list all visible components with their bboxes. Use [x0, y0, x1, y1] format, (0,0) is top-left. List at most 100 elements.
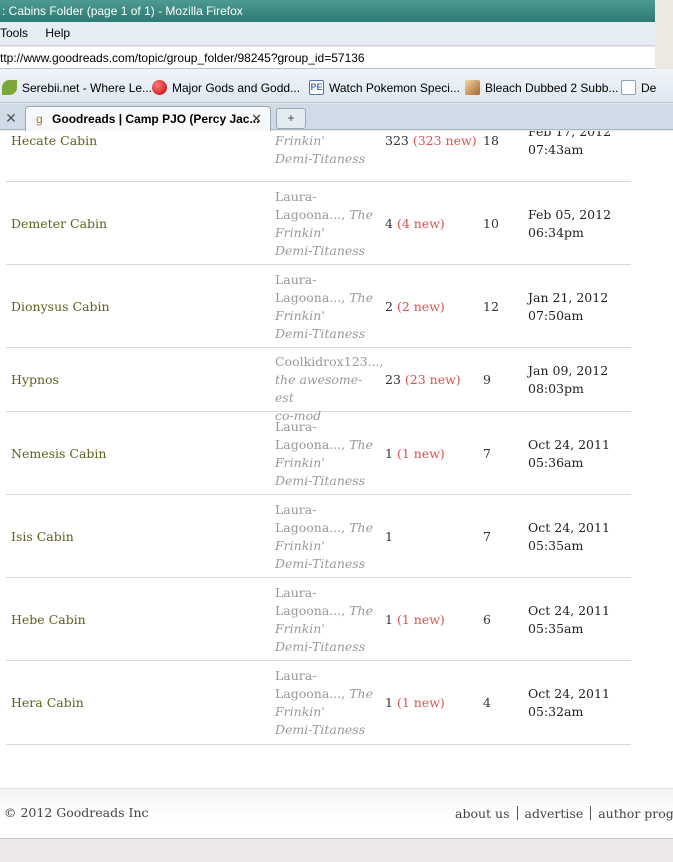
- tab-goodreads[interactable]: g Goodreads | Camp PJO (Percy Jac... ✕: [25, 106, 271, 131]
- post-count-value: 1: [385, 529, 393, 544]
- author-title-part: The: [349, 207, 373, 222]
- author-title-line: Frinkin': [275, 225, 325, 240]
- footer-copyright: © 2012 Goodreads Inc: [4, 805, 149, 820]
- new-posts-link[interactable]: (1 new): [397, 695, 445, 710]
- topic-title-link[interactable]: Nemesis Cabin: [11, 445, 106, 463]
- author-name: Laura-: [275, 502, 317, 517]
- author-name-cont: Lagoona..., The: [275, 436, 377, 454]
- post-count-value: 2: [385, 299, 393, 314]
- last-activity-date[interactable]: Feb 17, 2012 07:43am: [528, 131, 611, 159]
- topic-author[interactable]: Laura- Lagoona..., The Frinkin' Demi-Titane…: [275, 418, 377, 490]
- reply-count: 4: [483, 695, 491, 710]
- author-name-cont: Lagoona..., The: [275, 519, 377, 537]
- author-title-part: The: [349, 686, 373, 701]
- topic-title-link[interactable]: Hebe Cabin: [11, 611, 86, 629]
- footer-link-author-program[interactable]: author program: [598, 806, 673, 821]
- last-activity-date[interactable]: Jan 09, 2012 08:03pm: [528, 362, 608, 398]
- author-name-part: Lagoona...,: [275, 290, 350, 305]
- table-row: Hypnos Coolkidrox123..., the awesome-est co…: [6, 348, 631, 423]
- author-title-line: Demi-Titaness: [275, 151, 366, 166]
- author-name: Laura-: [275, 585, 317, 600]
- table-row: Hera Cabin Laura- Lagoona..., The Frinkin' D…: [6, 661, 631, 745]
- new-posts-link[interactable]: (23 new): [405, 372, 461, 387]
- tab-close-icon[interactable]: ✕: [251, 111, 262, 127]
- footer-links: about us advertise author program: [455, 806, 673, 821]
- footer: © 2012 Goodreads Inc about us advertise au…: [0, 788, 673, 838]
- author-title-line: Demi-Titaness: [275, 326, 366, 341]
- post-count: 1 (1 new): [385, 694, 445, 712]
- author-name-part: Lagoona...,: [275, 686, 350, 701]
- post-count: 4 (4 new): [385, 215, 445, 233]
- footer-link-about[interactable]: about us: [455, 806, 510, 821]
- author-title-line: Frinkin': [275, 308, 325, 323]
- new-posts-link[interactable]: (1 new): [397, 612, 445, 627]
- author-title-part: The: [349, 603, 373, 618]
- tab-label: Goodreads | Camp PJO (Percy Jac...: [52, 112, 260, 126]
- topic-author[interactable]: Lagoona..., TheFrinkin'Demi-Titaness: [275, 131, 377, 168]
- bookmark-pokemon[interactable]: PE Watch Pokemon Speci...: [309, 80, 460, 95]
- bookmark-label: Watch Pokemon Speci...: [329, 80, 460, 95]
- bookmark-de[interactable]: De: [621, 80, 656, 95]
- topic-author[interactable]: Laura- Lagoona..., The Frinkin' Demi-Titane…: [275, 501, 377, 573]
- topic-title-link[interactable]: Hypnos: [11, 371, 59, 389]
- last-activity-date[interactable]: Jan 21, 2012 07:50am: [528, 289, 608, 325]
- time-line: 06:34pm: [528, 225, 584, 240]
- table-row: Demeter Cabin Laura- Lagoona..., The Frinki…: [6, 182, 631, 265]
- author-name-cont: Lagoona..., The: [275, 685, 377, 703]
- last-activity-date[interactable]: Oct 24, 2011 05:36am: [528, 436, 610, 472]
- topic-author[interactable]: Laura- Lagoona..., The Frinkin' Demi-Titane…: [275, 584, 377, 656]
- reply-count: 7: [483, 446, 491, 461]
- page-content: Hecate CabinLagoona..., TheFrinkin'Demi-…: [0, 131, 673, 838]
- address-url[interactable]: ttp://www.goodreads.com/topic/group_fold…: [0, 51, 365, 65]
- new-tab-button[interactable]: +: [276, 108, 306, 129]
- divider: [516, 806, 518, 820]
- reply-count: 6: [483, 612, 491, 627]
- new-posts-link[interactable]: (2 new): [397, 299, 445, 314]
- red-ball-icon: [152, 80, 167, 95]
- topic-title-link[interactable]: Demeter Cabin: [11, 215, 107, 233]
- date-line: Oct 24, 2011: [528, 437, 610, 452]
- topic-author[interactable]: Laura- Lagoona..., The Frinkin' Demi-Titane…: [275, 271, 377, 343]
- author-name: Laura-: [275, 189, 317, 204]
- post-count-value: 323: [385, 133, 409, 148]
- address-bar[interactable]: ttp://www.goodreads.com/topic/group_fold…: [0, 47, 655, 69]
- author-name-part: Lagoona...,: [275, 437, 350, 452]
- menu-help[interactable]: Help: [45, 26, 70, 40]
- footer-link-advertise[interactable]: advertise: [525, 806, 584, 821]
- time-line: 05:36am: [528, 455, 584, 470]
- close-icon[interactable]: ✕: [0, 107, 22, 129]
- post-count: 1 (1 new): [385, 611, 445, 629]
- last-activity-date[interactable]: Oct 24, 2011 05:35am: [528, 602, 610, 638]
- post-count: 23 (23 new): [385, 371, 461, 389]
- serebii-icon: [2, 80, 17, 95]
- post-count: 323 (323 new): [385, 132, 477, 150]
- reply-count: 9: [483, 372, 491, 387]
- author-name-part: Lagoona...,: [275, 603, 350, 618]
- last-activity-date[interactable]: Oct 24, 2011 05:35am: [528, 519, 610, 555]
- topic-title-link[interactable]: Hecate Cabin: [11, 132, 97, 150]
- new-posts-link[interactable]: (1 new): [397, 446, 445, 461]
- topic-title-link[interactable]: Hera Cabin: [11, 694, 84, 712]
- menu-tools[interactable]: Tools: [0, 26, 28, 40]
- new-posts-link[interactable]: (4 new): [397, 216, 445, 231]
- topic-author[interactable]: Laura- Lagoona..., The Frinkin' Demi-Titane…: [275, 667, 377, 739]
- author-title-line: Frinkin': [275, 538, 325, 553]
- tab-strip: ✕ g Goodreads | Camp PJO (Percy Jac... ✕…: [0, 104, 673, 131]
- page-icon: [621, 80, 636, 95]
- bookmark-serebii[interactable]: Serebii.net - Where Le...: [2, 80, 152, 95]
- topic-title-link[interactable]: Dionysus Cabin: [11, 298, 110, 316]
- last-activity-date[interactable]: Oct 24, 2011 05:32am: [528, 685, 610, 721]
- author-name-cont: Lagoona..., The: [275, 206, 377, 224]
- bookmark-label: Bleach Dubbed 2 Subb...: [485, 80, 619, 95]
- window-title-bar: : Cabins Folder (page 1 of 1) - Mozilla …: [0, 0, 655, 22]
- author-title-line: Frinkin': [275, 704, 325, 719]
- date-line: Oct 24, 2011: [528, 686, 610, 701]
- new-posts-link[interactable]: (323 new): [413, 133, 477, 148]
- last-activity-date[interactable]: Feb 05, 2012 06:34pm: [528, 206, 611, 242]
- bookmark-major-gods[interactable]: Major Gods and Godd...: [152, 80, 300, 95]
- topic-author[interactable]: Laura- Lagoona..., The Frinkin' Demi-Titane…: [275, 188, 377, 260]
- topic-title-link[interactable]: Isis Cabin: [11, 528, 74, 546]
- status-bar: [0, 838, 673, 862]
- reply-count: 12: [483, 299, 499, 314]
- bookmark-bleach[interactable]: Bleach Dubbed 2 Subb...: [465, 80, 618, 95]
